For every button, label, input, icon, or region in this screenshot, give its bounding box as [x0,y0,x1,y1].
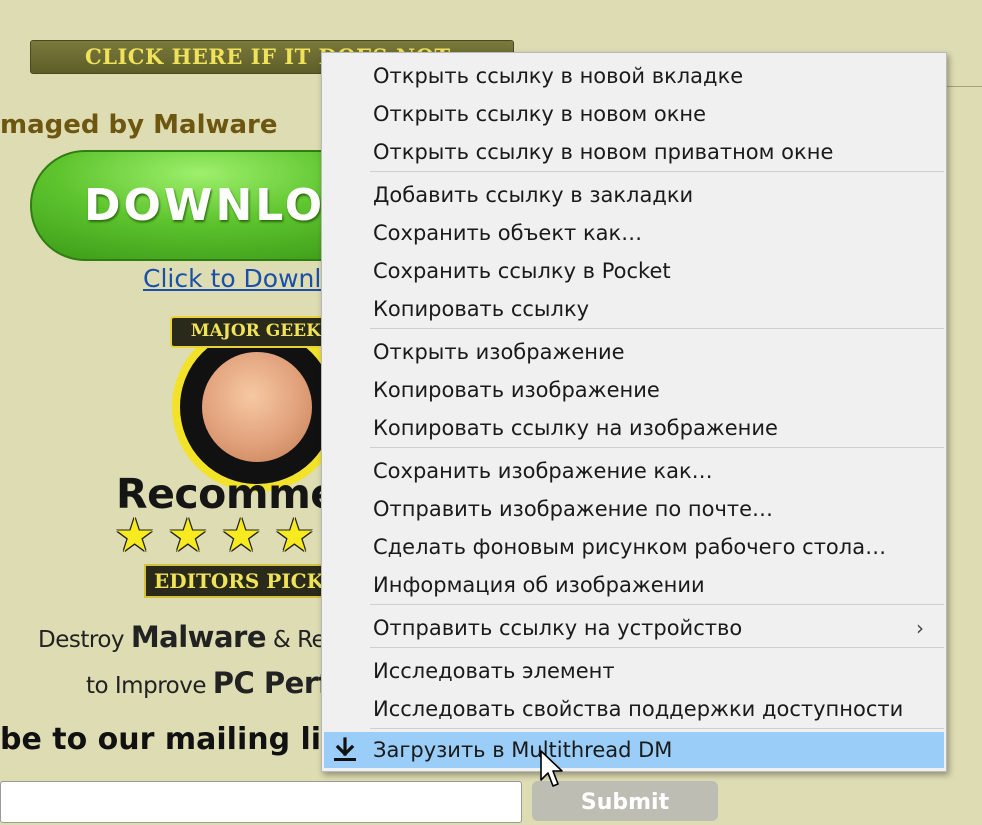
menu-item-copy-image[interactable]: Копировать изображение [324,372,944,408]
context-menu: Открыть ссылку в новой вкладке Открыть с… [321,52,947,772]
menu-item-label: Добавить ссылку в закладки [373,183,694,207]
menu-item-label: Исследовать свойства поддержки доступнос… [373,697,904,721]
menu-item-copy-link[interactable]: Копировать ссылку [324,291,944,327]
promo-line-1-post: & Re [266,627,326,653]
menu-separator [370,328,944,329]
menu-item-label: Сохранить объект как… [373,221,643,245]
menu-item-label: Копировать изображение [373,378,660,402]
menu-separator [370,171,944,172]
menu-item-label: Загрузить в Multithread DM [373,738,673,762]
promo-line-2: to Improve PC Perf [86,666,330,700]
promo-line-1-pre: Destroy [38,627,131,653]
menu-separator [370,728,944,729]
menu-item-label: Открыть ссылку в новом окне [373,102,707,126]
mouse-cursor-icon [540,750,563,787]
major-geeks-badge[interactable]: MAJOR GEEKS Recommended ★ ★ ★ ★ EDITORS PIC… [114,312,452,612]
menu-item-label: Отправить изображение по почте… [373,497,774,521]
menu-item-label: Исследовать элемент [373,659,615,683]
menu-item-image-info[interactable]: Информация об изображении [324,567,944,603]
promo-line-1-bold: Malware [130,620,267,654]
menu-item-copy-image-link[interactable]: Копировать ссылку на изображение [324,410,944,446]
star-icon: ★ [114,508,156,562]
mascot-face [202,352,312,462]
menu-separator [370,447,944,448]
promo-line-1: Destroy Malware & Re [38,620,326,654]
rating-stars: ★ ★ ★ ★ [114,512,327,558]
menu-item-label: Открыть ссылку в новой вкладке [373,64,744,88]
menu-item-save-link-pocket[interactable]: Сохранить ссылку в Pocket [324,253,944,289]
menu-item-label: Открыть ссылку в новом приватном окне [373,140,834,164]
chevron-right-icon: › [916,616,924,640]
section-title: maged by Malware [0,110,278,140]
download-arrow-icon [334,737,356,761]
menu-item-open-link-private-window[interactable]: Открыть ссылку в новом приватном окне [324,134,944,170]
menu-item-send-link-to-device[interactable]: Отправить ссылку на устройство › [324,610,944,646]
star-icon: ★ [273,508,315,562]
menu-item-label: Открыть изображение [373,340,625,364]
menu-item-label: Информация об изображении [373,573,705,597]
star-icon: ★ [220,508,262,562]
menu-item-inspect-element[interactable]: Исследовать элемент [324,653,944,689]
menu-item-bookmark-link[interactable]: Добавить ссылку в закладки [324,177,944,213]
menu-item-email-image[interactable]: Отправить изображение по почте… [324,491,944,527]
menu-separator [370,604,944,605]
promo-line-2-bold: PC Perf [212,666,330,700]
star-icon: ★ [167,508,209,562]
menu-item-open-image[interactable]: Открыть изображение [324,334,944,370]
menu-item-label: Сохранить ссылку в Pocket [373,259,671,283]
menu-item-inspect-accessibility[interactable]: Исследовать свойства поддержки доступнос… [324,691,944,727]
menu-separator [370,647,944,648]
menu-item-label: Сохранить изображение как… [373,459,713,483]
menu-item-label: Сделать фоновым рисунком рабочего стола… [373,535,887,559]
menu-item-label: Отправить ссылку на устройство [373,616,743,640]
menu-item-set-desktop-background[interactable]: Сделать фоновым рисунком рабочего стола… [324,529,944,565]
menu-item-label: Копировать ссылку на изображение [373,416,778,440]
menu-item-label: Копировать ссылку [373,297,590,321]
menu-item-save-object-as[interactable]: Сохранить объект как… [324,215,944,251]
menu-item-download-multithread-dm[interactable]: Загрузить в Multithread DM [324,732,944,768]
email-field[interactable] [0,781,522,823]
menu-item-open-link-new-tab[interactable]: Открыть ссылку в новой вкладке [324,58,944,94]
promo-line-2-pre: to Improve [86,673,213,699]
menu-item-open-link-new-window[interactable]: Открыть ссылку в новом окне [324,96,944,132]
menu-item-save-image-as[interactable]: Сохранить изображение как… [324,453,944,489]
